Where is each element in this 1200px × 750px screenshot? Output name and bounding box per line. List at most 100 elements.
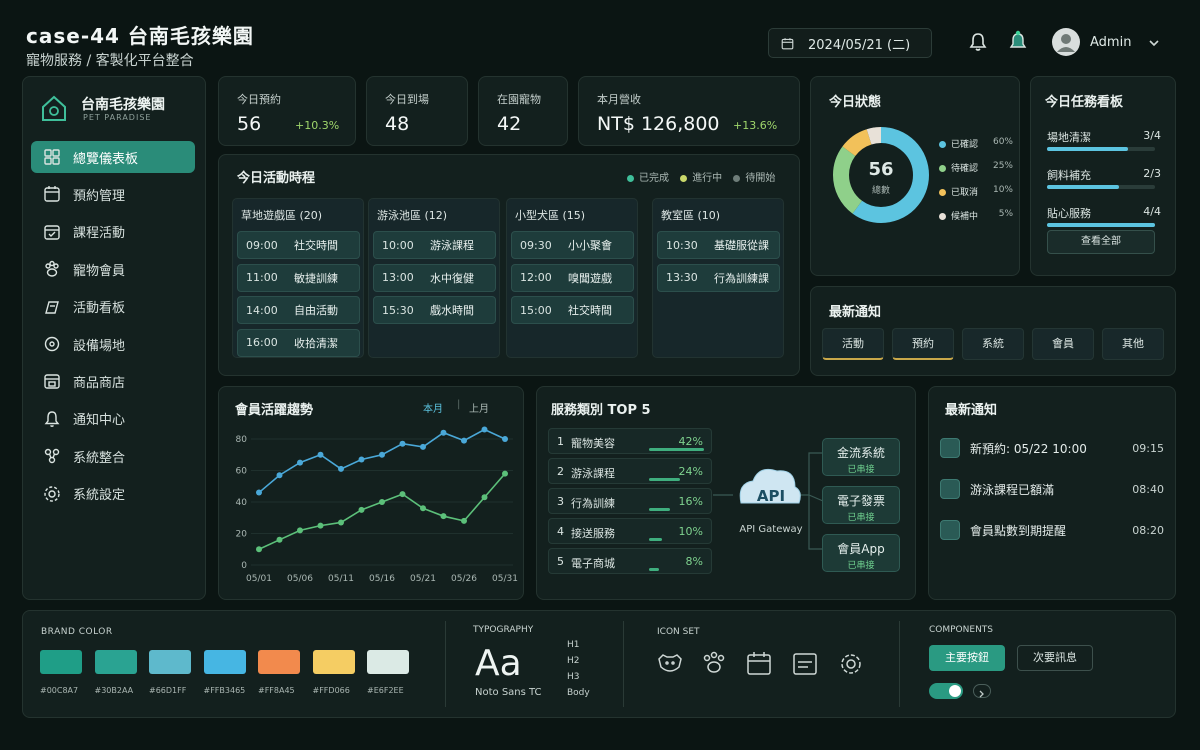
notifications-title: 最新通知: [945, 403, 998, 418]
member-trend-line-chart: 0 20 40 60 80 05/01 05/06 05/11 05/16 05/21 05/26 0…: [236, 426, 518, 584]
status-total: 56: [868, 159, 894, 180]
slot-time: 16:00: [246, 336, 278, 349]
next-toggle[interactable]: [973, 684, 991, 698]
brand-color-hex: #30B2AA: [94, 686, 134, 695]
task-label: 貼心服務: [1047, 207, 1091, 220]
notification-item[interactable]: 會員點數到期提醒 08:20: [940, 514, 1164, 546]
gear-icon: [841, 654, 861, 674]
schedule-slot[interactable]: 12:00 嗅聞遊戲: [511, 263, 634, 292]
stat-card-pets: 在園寵物 42: [478, 76, 568, 146]
x-tick-label: 05/11: [328, 574, 354, 584]
service-pct: 8%: [685, 555, 703, 568]
design-system-panel: BRAND COLOR TYPOGRAPHY Aa Noto Sans TC H…: [22, 610, 1176, 718]
schedule-slot[interactable]: 16:00 收拾清潔: [237, 328, 360, 357]
chevron-down-icon[interactable]: [1148, 38, 1160, 48]
notification-time: 08:40: [1132, 482, 1164, 496]
notice-tab[interactable]: 系統: [962, 328, 1024, 360]
schedule-slot[interactable]: 09:00 社交時間: [237, 231, 360, 259]
service-pct: 42%: [678, 435, 703, 448]
slot-name: 收拾清潔: [294, 336, 338, 350]
notification-item[interactable]: 新預約: 05/22 10:00 09:15: [940, 432, 1164, 464]
data-point: [256, 489, 262, 496]
data-point: [502, 470, 508, 477]
integration-system[interactable]: 會員App 已串接: [822, 534, 900, 572]
notice-tab[interactable]: 其他: [1102, 328, 1164, 360]
schedule-column-header: 游泳池區 (12): [377, 209, 448, 222]
sidebar-item-5[interactable]: 設備場地: [31, 328, 195, 360]
notification-alert-icon[interactable]: [1008, 30, 1028, 52]
sidebar-item-6[interactable]: 商品商店: [31, 365, 195, 397]
sidebar-item-1[interactable]: 預約管理: [31, 178, 195, 210]
data-point: [317, 451, 324, 458]
data-point: [461, 517, 467, 524]
data-point: [481, 494, 488, 501]
notification-item[interactable]: 游泳課程已額滿 08:40: [940, 473, 1164, 505]
task-count: 4/4: [1143, 205, 1161, 218]
calendar-icon: [781, 37, 794, 49]
sidebar-item-2[interactable]: 課程活動: [31, 216, 195, 248]
system-name: 金流系統: [836, 446, 885, 460]
sidebar-item-9[interactable]: 系統設定: [31, 478, 195, 510]
sidebar-item-0[interactable]: 總覽儀表板: [31, 141, 195, 173]
x-tick-label: 05/26: [451, 574, 477, 584]
integration-system[interactable]: 電子發票 已串接: [822, 486, 900, 524]
service-pct: 16%: [678, 495, 703, 508]
service-bar: [649, 448, 704, 451]
service-row[interactable]: 4 接送服務 10%: [548, 518, 712, 544]
slot-name: 嗅聞遊戲: [568, 271, 612, 285]
brand-color-swatch: [40, 650, 82, 674]
notice-tab[interactable]: 會員: [1032, 328, 1094, 360]
avatar[interactable]: [1052, 28, 1080, 56]
schedule-slot[interactable]: 10:00 游泳課程: [373, 231, 496, 259]
typo-h1: H1: [567, 640, 580, 650]
sidebar-item-3[interactable]: 寵物會員: [31, 253, 195, 285]
notice-tab[interactable]: 活動: [822, 328, 884, 360]
data-point: [358, 506, 365, 513]
user-name[interactable]: Admin: [1090, 35, 1131, 50]
status-legend-item: 候補中 5%: [939, 209, 1013, 222]
notice-tab[interactable]: 預約: [892, 328, 954, 360]
y-tick-label: 20: [236, 530, 248, 540]
schedule-column: 草地遊戲區 (20) 09:00 社交時間 11:00 敏捷訓練 14:00 自由活動 16:…: [232, 198, 364, 358]
schedule-slot[interactable]: 13:00 水中復健: [373, 263, 496, 292]
typo-h2: H2: [567, 656, 580, 666]
service-row[interactable]: 3 行為訓練 16%: [548, 488, 712, 514]
notification-icon: [940, 479, 960, 499]
view-all-button[interactable]: 查看全部: [1047, 230, 1155, 254]
data-point: [502, 436, 508, 442]
brand-color-swatch: [203, 650, 246, 674]
sidebar-item-4[interactable]: 活動看板: [31, 291, 195, 323]
system-status: 已串接: [847, 561, 875, 571]
data-point: [399, 440, 406, 447]
toggle-switch[interactable]: [929, 683, 963, 699]
bell-icon[interactable]: [968, 32, 988, 52]
service-bar: [649, 508, 670, 511]
service-row[interactable]: 1 寵物美容 42%: [548, 428, 712, 454]
schedule-slot[interactable]: 11:00 敏捷訓練: [237, 263, 360, 292]
schedule-slot[interactable]: 14:00 自由活動: [237, 296, 360, 324]
legend-active: 進行中: [692, 173, 723, 184]
legend-swatch: [939, 165, 946, 172]
primary-button[interactable]: 主要按鈕: [929, 645, 1005, 671]
task-progress-bar: [1047, 185, 1155, 189]
status-legend-item: 已確認 60%: [939, 137, 1013, 150]
sidebar-item-7[interactable]: 通知中心: [31, 403, 195, 435]
typography-label: TYPOGRAPHY: [473, 625, 534, 635]
schedule-slot[interactable]: 10:30 基礎服從課: [657, 231, 780, 259]
integration-system[interactable]: 金流系統 已串接: [822, 438, 900, 476]
brand-color-hex: #66D1FF: [149, 686, 187, 695]
date-picker[interactable]: 2024/05/21 (二): [768, 28, 932, 58]
sidebar-item-8[interactable]: 系統整合: [31, 440, 195, 472]
service-row[interactable]: 5 電子商城 8%: [548, 548, 712, 574]
service-rank: 3: [557, 495, 564, 508]
secondary-button[interactable]: 次要訊息: [1017, 645, 1093, 671]
slot-time: 09:30: [520, 238, 552, 252]
service-row[interactable]: 2 游泳課程 24%: [548, 458, 712, 484]
notification-icon: [940, 520, 960, 540]
schedule-slot[interactable]: 15:00 社交時間: [511, 296, 634, 324]
schedule-slot[interactable]: 13:30 行為訓練課: [657, 263, 780, 292]
notification-text: 游泳課程已額滿: [970, 482, 1055, 497]
schedule-slot[interactable]: 09:30 小小聚會: [511, 231, 634, 259]
schedule-slot[interactable]: 15:30 戲水時間: [373, 296, 496, 324]
schedule-column-header: 教室區 (10): [661, 209, 721, 222]
